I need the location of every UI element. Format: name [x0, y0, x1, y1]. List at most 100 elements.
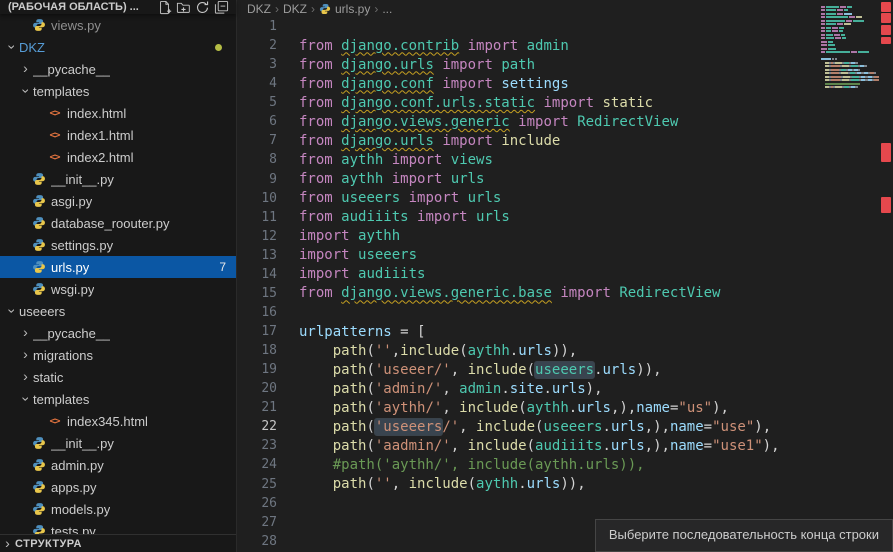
code-token: useeers: [543, 419, 602, 435]
tree-folder-__pycache__[interactable]: ›__pycache__: [0, 58, 236, 80]
code-line-content[interactable]: from django.views.generic.base import Re…: [299, 285, 720, 301]
breadcrumb-item-urls.py[interactable]: urls.py: [319, 2, 370, 16]
tree-file-asgi.py[interactable]: asgi.py: [0, 190, 236, 212]
breadcrumb-item-DKZ[interactable]: DKZ: [247, 2, 271, 16]
code-line-content[interactable]: path('aadmin/', include(audiiits.urls,),…: [299, 438, 780, 454]
line-number: 12: [237, 229, 277, 244]
new-file-icon[interactable]: [156, 0, 173, 15]
minimap-token: [855, 62, 858, 64]
tree-file-admin.py[interactable]: admin.py: [0, 454, 236, 476]
code-line-content[interactable]: from django.views.generic import Redirec…: [299, 114, 678, 130]
chevron-right-icon[interactable]: ›: [18, 61, 33, 77]
tree-file-index.html[interactable]: <>index.html: [0, 102, 236, 124]
code-line-content[interactable]: path('admin/', admin.site.urls),: [299, 381, 603, 397]
code-line-12: 12 import aythh: [237, 227, 821, 246]
tree-file-apps.py[interactable]: apps.py: [0, 476, 236, 498]
code-line-content[interactable]: from django.urls import path: [299, 57, 535, 73]
code-line-content[interactable]: from django.contrib import admin: [299, 38, 569, 54]
code-line-content[interactable]: from django.conf import settings: [299, 76, 569, 92]
tree-folder-static[interactable]: ›static: [0, 366, 236, 388]
tree-folder-useeers[interactable]: ›useeers: [0, 300, 236, 322]
tree-file-index2.html[interactable]: <>index2.html: [0, 146, 236, 168]
tree-file-settings.py[interactable]: settings.py: [0, 234, 236, 256]
code-token: 'admin/': [375, 381, 442, 397]
tree-item-label: index2.html: [67, 150, 133, 165]
tree-folder-__pycache__[interactable]: ›__pycache__: [0, 322, 236, 344]
code-token: [518, 38, 526, 54]
chevron-down-icon[interactable]: ›: [4, 40, 20, 55]
code-line-content[interactable]: from useeers import urls: [299, 190, 501, 206]
code-token: ),: [712, 400, 729, 416]
code-line-content[interactable]: from django.conf.urls.static import stat…: [299, 95, 653, 111]
code-line-content[interactable]: path('',include(aythh.urls)),: [299, 343, 577, 359]
code-line-content[interactable]: path('', include(aythh.urls)),: [299, 476, 586, 492]
code-line-content[interactable]: urlpatterns = [: [299, 324, 425, 340]
chevron-down-icon[interactable]: ›: [4, 304, 20, 319]
code-line-content[interactable]: from audiiits import urls: [299, 209, 510, 225]
code-token: 'aythh/': [375, 400, 442, 416]
tree-file-__init__.py[interactable]: __init__.py: [0, 432, 236, 454]
code-token: .: [501, 381, 509, 397]
tree-file-models.py[interactable]: models.py: [0, 498, 236, 520]
code-line-content[interactable]: import aythh: [299, 228, 400, 244]
chevron-right-icon[interactable]: ›: [18, 369, 33, 385]
code-token: '': [375, 476, 392, 492]
tree-folder-DKZ[interactable]: ›DKZ: [0, 36, 236, 58]
tree-folder-templates[interactable]: ›templates: [0, 388, 236, 410]
code-line-content[interactable]: from django.urls import include: [299, 133, 560, 149]
tree-folder-templates[interactable]: ›templates: [0, 80, 236, 102]
code-line-6: 6from django.views.generic import Redire…: [237, 112, 821, 131]
code-token: from: [299, 38, 333, 54]
code-line-content[interactable]: from aythh import urls: [299, 171, 484, 187]
collapse-all-icon[interactable]: [213, 0, 230, 15]
code-token: import: [299, 247, 350, 263]
minimap-token: [826, 20, 845, 22]
code-line-content[interactable]: import audiiits: [299, 266, 425, 282]
outline-section-header[interactable]: › СТРУКТУРА: [0, 534, 236, 552]
code-token: .: [518, 476, 526, 492]
code-line-content[interactable]: import useeers: [299, 247, 417, 263]
code-token: urls: [527, 476, 561, 492]
minimap[interactable]: [821, 2, 879, 100]
code-line-content[interactable]: from aythh import views: [299, 152, 493, 168]
code-token: .: [602, 438, 610, 454]
tree-file-views.py[interactable]: views.py: [0, 14, 236, 36]
tree-file-wsgi.py[interactable]: wsgi.py: [0, 278, 236, 300]
tree-file-database_roouter.py[interactable]: database_roouter.py: [0, 212, 236, 234]
refresh-icon[interactable]: [194, 0, 211, 15]
overview-ruler[interactable]: [879, 0, 893, 552]
tree-file-__init__.py[interactable]: __init__.py: [0, 168, 236, 190]
code-line-content[interactable]: path('useeer/', include(useeers.urls)),: [299, 362, 662, 378]
tree-file-tests.py[interactable]: tests.py: [0, 520, 236, 534]
chevron-right-icon[interactable]: ›: [18, 325, 33, 341]
tree-file-index1.html[interactable]: <>index1.html: [0, 124, 236, 146]
tree-file-index345.html[interactable]: <>index345.html: [0, 410, 236, 432]
code-token: "use1": [712, 438, 763, 454]
chevron-down-icon[interactable]: ›: [18, 84, 34, 99]
code-line-content[interactable]: #path('aythh/', include(aythh.urls)),: [299, 457, 645, 473]
minimap-token: [831, 76, 839, 78]
breadcrumb-item-DKZ[interactable]: DKZ: [283, 2, 307, 16]
python-icon: [30, 238, 47, 253]
line-number: 23: [237, 438, 277, 453]
new-folder-icon[interactable]: [175, 0, 192, 15]
tree-file-urls.py[interactable]: urls.py7: [0, 256, 236, 278]
chevron-down-icon[interactable]: ›: [18, 392, 34, 407]
code-token: django.urls: [341, 133, 434, 149]
code-line-content[interactable]: path('useeers/', include(useeers.urls,),…: [299, 419, 771, 435]
code-line-content[interactable]: path('aythh/', include(aythh.urls,),name…: [299, 400, 729, 416]
minimap-line: [821, 58, 879, 60]
breadcrumb-item-...[interactable]: ...: [382, 2, 392, 16]
code-editor[interactable]: 12from django.contrib import admin3from …: [237, 17, 821, 552]
chevron-right-icon[interactable]: ›: [18, 347, 33, 363]
code-token: aythh: [341, 152, 383, 168]
minimap-line: [821, 44, 879, 46]
code-token: 'useeer/': [375, 362, 451, 378]
minimap-token: [821, 58, 831, 60]
code-line-9: 9from aythh import urls: [237, 170, 821, 189]
code-token: ,: [451, 438, 468, 454]
code-token: import: [543, 95, 594, 111]
eol-sequence-tooltip: Выберите последовательность конца строки: [595, 519, 893, 552]
tree-folder-migrations[interactable]: ›migrations: [0, 344, 236, 366]
code-token: name: [670, 419, 704, 435]
